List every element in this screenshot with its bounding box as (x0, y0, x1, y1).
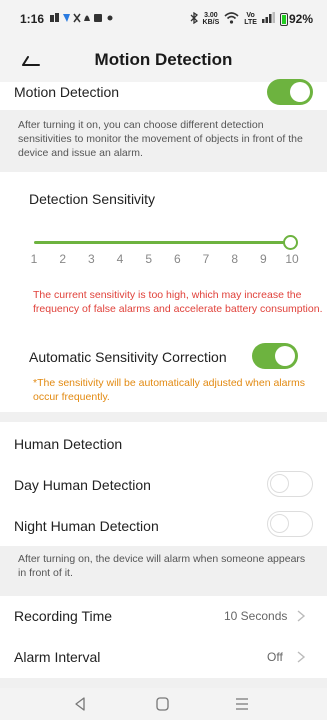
nav-back-icon[interactable] (74, 697, 86, 711)
motion-detection-label: Motion Detection (14, 84, 120, 100)
battery-percent: 92% (288, 12, 313, 26)
nav-menu-icon[interactable] (236, 698, 248, 710)
sensitivity-slider-track[interactable] (34, 241, 286, 244)
sensitivity-label: Detection Sensitivity (29, 191, 156, 207)
sensitivity-ticks: 1 2 3 4 5 6 7 8 9 10 (0, 252, 327, 268)
human-detection-section-label: Human Detection (14, 436, 123, 452)
sensitivity-tick-label: 7 (202, 252, 210, 266)
recording-time-row[interactable]: Recording Time 10 Seconds (0, 596, 327, 636)
system-nav-bar (0, 688, 327, 720)
header: Motion Detection (0, 38, 327, 82)
night-human-detection-toggle[interactable] (267, 511, 313, 537)
wifi-icon (224, 11, 239, 27)
sensitivity-tick-label: 1 (30, 252, 38, 266)
status-bar: 1:16 3.00 KB/S Vo LTE 92% (0, 0, 327, 38)
battery-indicator: 92% (279, 12, 313, 26)
motion-detection-toggle[interactable] (267, 79, 313, 105)
sensitivity-slider-thumb[interactable] (283, 235, 298, 250)
sensitivity-tick-label: 5 (145, 252, 152, 266)
back-arrow-icon (22, 56, 40, 66)
notification-icons (50, 12, 114, 26)
alarm-interval-value: Off (267, 650, 283, 664)
chevron-right-icon (297, 651, 306, 663)
auto-correction-note: *The sensitivity will be automatically a… (33, 377, 305, 403)
status-time: 1:16 (20, 12, 45, 26)
battery-icon (279, 12, 288, 26)
auto-correction-label: Automatic Sensitivity Correction (29, 349, 227, 365)
recording-time-label: Recording Time (14, 608, 113, 624)
nav-home-icon[interactable] (156, 697, 169, 711)
sensitivity-tick-label: 4 (116, 252, 124, 266)
page-title: Motion Detection (94, 50, 233, 69)
sensitivity-tick-label: 8 (231, 252, 238, 266)
auto-correction-toggle[interactable] (252, 343, 298, 369)
sensitivity-tick-label: 2 (59, 252, 66, 266)
network-speed: 3.00 KB/S (202, 12, 220, 26)
motion-detection-description: After turning it on, you can choose diff… (18, 119, 303, 159)
human-detection-description: After turning on, the device will alarm … (18, 553, 306, 579)
signal-icon (261, 12, 275, 26)
motion-detection-card: Motion Detection (0, 79, 327, 110)
sensitivity-tick-label: 3 (87, 252, 95, 266)
human-detection-card: Human Detection Day Human Detection Nigh… (0, 422, 327, 546)
chevron-right-icon (297, 610, 306, 622)
settings-list-card: Recording Time 10 Seconds Alarm Interval… (0, 596, 327, 678)
back-button[interactable] (20, 48, 50, 72)
alarm-interval-label: Alarm Interval (14, 649, 101, 665)
recording-time-value: 10 Seconds (224, 609, 288, 623)
sensitivity-tick-label: 9 (259, 252, 267, 266)
day-human-detection-label: Day Human Detection (14, 477, 151, 493)
sensitivity-warning: The current sensitivity is too high, whi… (33, 289, 323, 315)
volte-indicator: Vo LTE (244, 12, 257, 26)
alarm-interval-row[interactable]: Alarm Interval Off (0, 637, 327, 677)
sensitivity-tick-label: 10 (285, 252, 299, 266)
day-human-detection-toggle[interactable] (267, 471, 313, 497)
sensitivity-tick-label: 6 (173, 252, 181, 266)
bluetooth-icon (190, 11, 198, 27)
night-human-detection-label: Night Human Detection (14, 518, 159, 534)
